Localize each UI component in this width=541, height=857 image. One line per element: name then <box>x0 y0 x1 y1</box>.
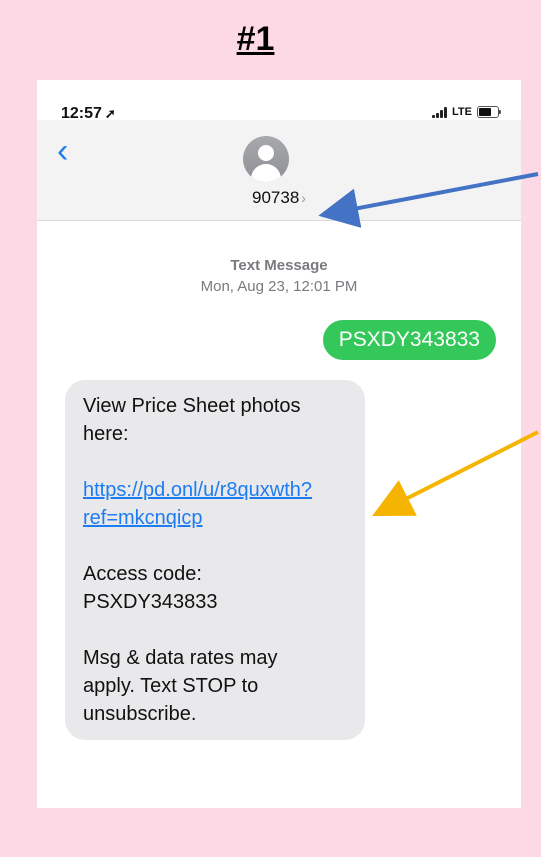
status-icons: LTE <box>432 106 501 118</box>
chevron-left-icon[interactable]: ‹ <box>57 134 68 168</box>
frame-title: #1 <box>236 20 275 58</box>
battery-icon <box>477 106 501 118</box>
message-timestamp: Text Message Mon, Aug 23, 12:01 PM <box>37 255 521 297</box>
conversation-header: ‹ 90738 › <box>37 120 521 221</box>
sent-message-bubble[interactable]: PSXDY343833 <box>322 320 496 360</box>
message-line: unsubscribe. <box>83 703 197 725</box>
received-message-bubble[interactable]: View Price Sheet photos here: https://pd… <box>65 380 365 740</box>
message-line: Msg & data rates may <box>83 647 278 669</box>
message-date: Mon, Aug 23, 12:01 PM <box>200 278 358 295</box>
location-arrow-icon: ➚ <box>104 106 116 121</box>
signal-icon <box>432 106 448 118</box>
network-label: LTE <box>452 106 472 118</box>
chevron-right-icon: › <box>301 190 306 206</box>
message-type: Text Message <box>230 257 328 274</box>
person-avatar-icon[interactable] <box>243 136 289 182</box>
access-code-value: PSXDY343833 <box>83 591 218 613</box>
contact-name[interactable]: 90738 › <box>37 188 521 208</box>
message-line: here: <box>83 423 129 445</box>
contact-number: 90738 <box>252 188 300 207</box>
message-line: apply. Text STOP to <box>83 675 259 697</box>
message-link-continued[interactable]: ref=mkcnqicp <box>83 504 347 532</box>
access-code-label: Access code: <box>83 563 202 585</box>
message-line: View Price Sheet photos <box>83 395 301 417</box>
message-link[interactable]: https://pd.onl/u/r8quxwth? <box>83 476 347 504</box>
phone-screenshot: 12:57 ➚ LTE ‹ 90738 › Text Message Mon, Au… <box>37 80 521 808</box>
status-bar: 12:57 ➚ LTE <box>37 80 521 122</box>
